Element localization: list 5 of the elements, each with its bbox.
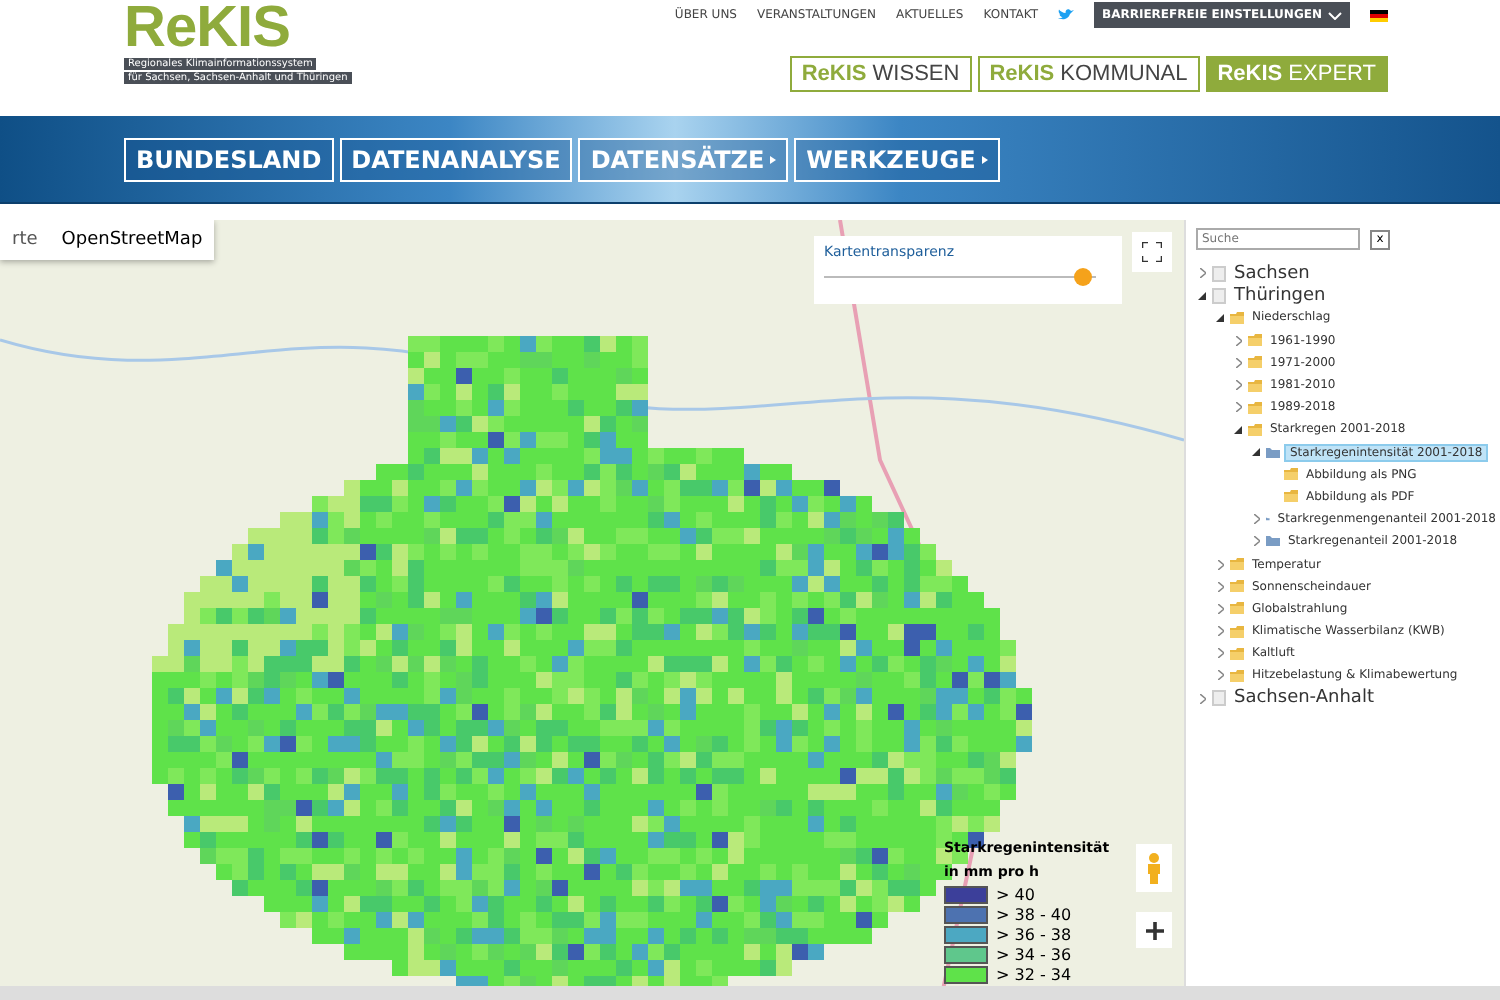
legend-label: > 34 - 36	[996, 945, 1072, 963]
legend-label: > 40	[996, 885, 1035, 903]
legend-label: > 38 - 40	[996, 905, 1072, 923]
legend-label: > 36 - 38	[996, 925, 1072, 943]
legend-label: > 32 - 34	[996, 965, 1072, 983]
